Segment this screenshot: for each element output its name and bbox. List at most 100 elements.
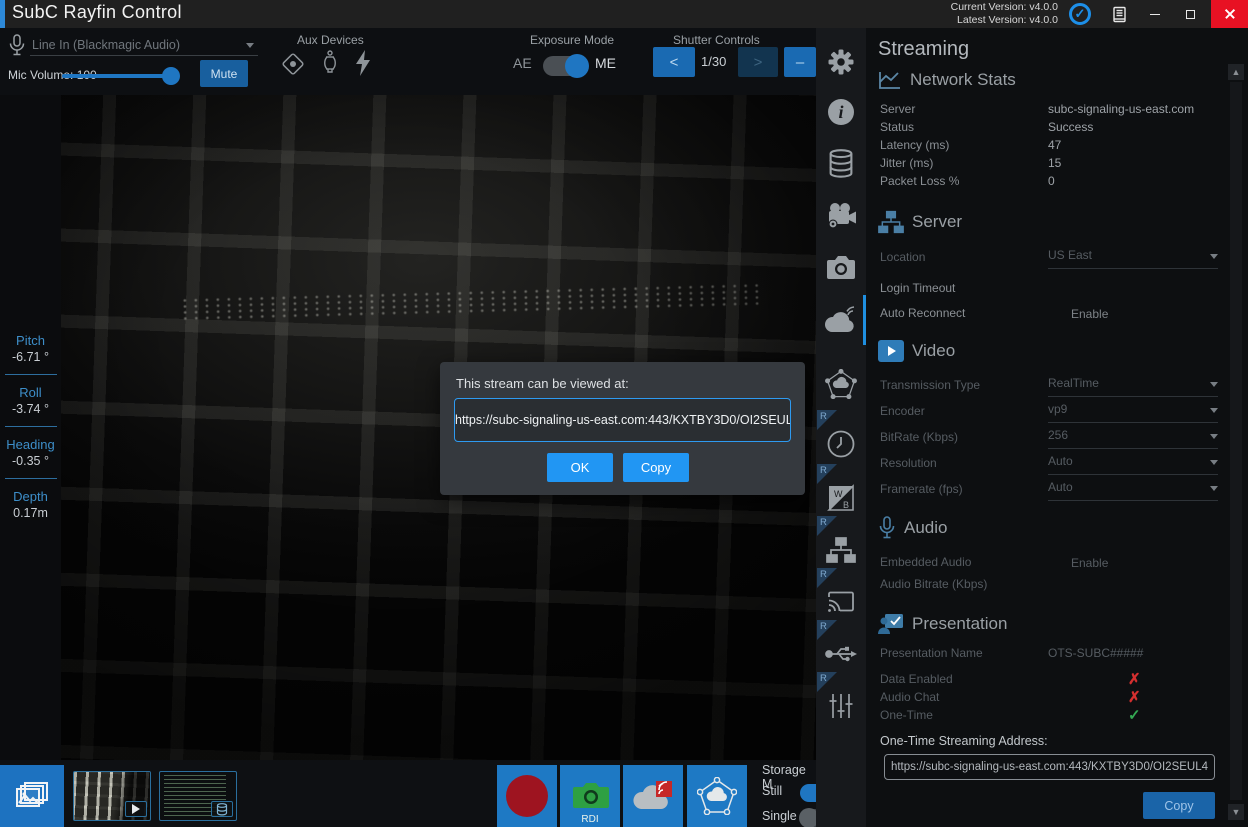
one-time-address-field[interactable]: [884, 754, 1215, 780]
lan-icon: [826, 537, 856, 563]
camera-icon: [825, 256, 857, 280]
laser-icon[interactable]: [281, 52, 305, 81]
exposure-mode-toggle[interactable]: [543, 56, 587, 76]
log-thumbnail[interactable]: [159, 771, 237, 821]
dropdown-underline: [1048, 268, 1218, 269]
shutter-prev-button[interactable]: <: [653, 47, 695, 77]
scroll-down-icon[interactable]: ▼: [1228, 804, 1244, 820]
server-lan-icon: [878, 210, 904, 234]
sidebar-item-adjustments[interactable]: R: [816, 680, 866, 732]
dialog-message: This stream can be viewed at:: [456, 376, 629, 391]
green-camera-icon: [570, 782, 610, 810]
dialog-copy-button[interactable]: Copy: [623, 453, 689, 482]
scroll-up-icon[interactable]: ▲: [1228, 64, 1244, 80]
gallery-button[interactable]: [0, 765, 64, 827]
video-thumbnail[interactable]: [73, 771, 151, 821]
audio-bitrate-label: Audio Bitrate (Kbps): [880, 577, 987, 591]
version-info: Current Version: v4.0.0 Latest Version: …: [951, 1, 1058, 27]
server-heading: Server: [878, 210, 962, 234]
mic-volume-slider[interactable]: [62, 74, 174, 78]
telemetry-pitch: Pitch -6.71 °: [0, 333, 61, 364]
audio-heading: Audio: [878, 516, 947, 540]
stat-value: Success: [1048, 120, 1093, 134]
exposure-ae-label: AE: [513, 55, 532, 71]
sidebar-item-clock[interactable]: R: [816, 418, 866, 470]
video-row-label: Framerate (fps): [880, 482, 963, 496]
current-version: Current Version: v4.0.0: [951, 1, 1058, 14]
scrollbar-track[interactable]: [1230, 82, 1242, 800]
video-row-label: Encoder: [880, 404, 925, 418]
title-bar: SubC Rayfin Control Current Version: v4.…: [0, 0, 1248, 28]
sidebar-item-streaming[interactable]: [816, 294, 866, 346]
embedded-audio-label: Embedded Audio: [880, 555, 971, 569]
sidebar-item-info[interactable]: i: [816, 86, 866, 138]
cast-icon: [826, 590, 856, 614]
log-book-icon[interactable]: [1104, 0, 1134, 28]
record-icon: [506, 775, 548, 817]
top-toolbar: Line In (Blackmagic Audio) Mic Volume: 1…: [0, 28, 816, 95]
overlay-network-button[interactable]: [687, 765, 747, 827]
gear-icon: [826, 47, 856, 77]
sidebar-item-settings[interactable]: [816, 36, 866, 88]
panel-scrollbar[interactable]: ▲ ▼: [1228, 64, 1244, 820]
enable-label: Enable: [1071, 307, 1108, 321]
chevron-down-icon: [1210, 460, 1218, 465]
audio-input-select[interactable]: Line In (Blackmagic Audio): [32, 38, 180, 52]
flag-label: Audio Chat: [880, 690, 939, 704]
presentation-name-label: Presentation Name: [880, 646, 983, 660]
microphone-icon: [8, 34, 26, 61]
strobe-icon[interactable]: [354, 50, 372, 81]
shutter-minus-button[interactable]: –: [784, 47, 816, 77]
cine-camera-gear-icon: [825, 202, 857, 230]
capture-still-button[interactable]: RDI: [560, 765, 620, 827]
presentation-heading: Presentation: [878, 613, 1007, 635]
pentagon-cloud-icon: [825, 369, 857, 399]
maximize-icon: [1186, 10, 1195, 19]
gallery-icon: [15, 781, 49, 811]
data-enabled-x-icon: ✗: [1128, 670, 1141, 688]
sidebar-item-video-settings[interactable]: [816, 190, 866, 242]
sidebar-item-storage[interactable]: [816, 138, 866, 190]
location-select[interactable]: US East: [1048, 248, 1092, 262]
remote-badge: R: [817, 620, 837, 640]
remote-badge: R: [817, 516, 837, 536]
location-label: Location: [880, 250, 925, 264]
mute-button[interactable]: Mute: [200, 60, 248, 87]
close-button[interactable]: [1211, 0, 1248, 28]
video-row-select[interactable]: vp9: [1048, 402, 1067, 416]
mic-volume-knob[interactable]: [162, 67, 180, 85]
app-title: SubC Rayfin Control: [12, 2, 182, 23]
video-row-select[interactable]: Auto: [1048, 480, 1073, 494]
video-row-label: Transmission Type: [880, 378, 980, 392]
chevron-down-icon: [1210, 254, 1218, 259]
update-check-icon[interactable]: ✓: [1069, 3, 1091, 25]
stat-value: 15: [1048, 156, 1061, 170]
stream-cloud-button[interactable]: [623, 765, 683, 827]
video-row-select[interactable]: RealTime: [1048, 376, 1099, 390]
video-row-select[interactable]: Auto: [1048, 454, 1073, 468]
video-heading: Video: [878, 340, 955, 362]
chevron-down-icon: [1210, 382, 1218, 387]
shutter-next-button[interactable]: >: [738, 47, 778, 77]
streaming-panel: Streaming Network Stats Server subc-sign…: [866, 28, 1248, 827]
address-label: One-Time Streaming Address:: [880, 734, 1048, 748]
usb-icon: [825, 644, 857, 664]
sidebar-item-overlay[interactable]: [816, 358, 866, 410]
panel-copy-button[interactable]: Copy: [1143, 792, 1215, 819]
cloud-stream-icon: [632, 779, 674, 813]
enable-label: Enable: [1071, 556, 1108, 570]
play-icon: [878, 340, 904, 362]
title-accent: [0, 0, 5, 28]
maximize-button[interactable]: [1175, 0, 1205, 28]
streaming-cloud-icon: [824, 306, 858, 334]
chevron-down-icon: [1210, 486, 1218, 491]
video-row-select[interactable]: 256: [1048, 428, 1068, 442]
stat-value: subc-signaling-us-east.com: [1048, 102, 1194, 116]
dialog-ok-button[interactable]: OK: [547, 453, 613, 482]
record-button[interactable]: [497, 765, 557, 827]
lamp-icon[interactable]: [320, 50, 340, 81]
sidebar-item-camera[interactable]: [816, 242, 866, 294]
exposure-me-label: ME: [595, 55, 616, 71]
minimize-button[interactable]: [1140, 0, 1170, 28]
dialog-url-field[interactable]: [454, 398, 791, 442]
